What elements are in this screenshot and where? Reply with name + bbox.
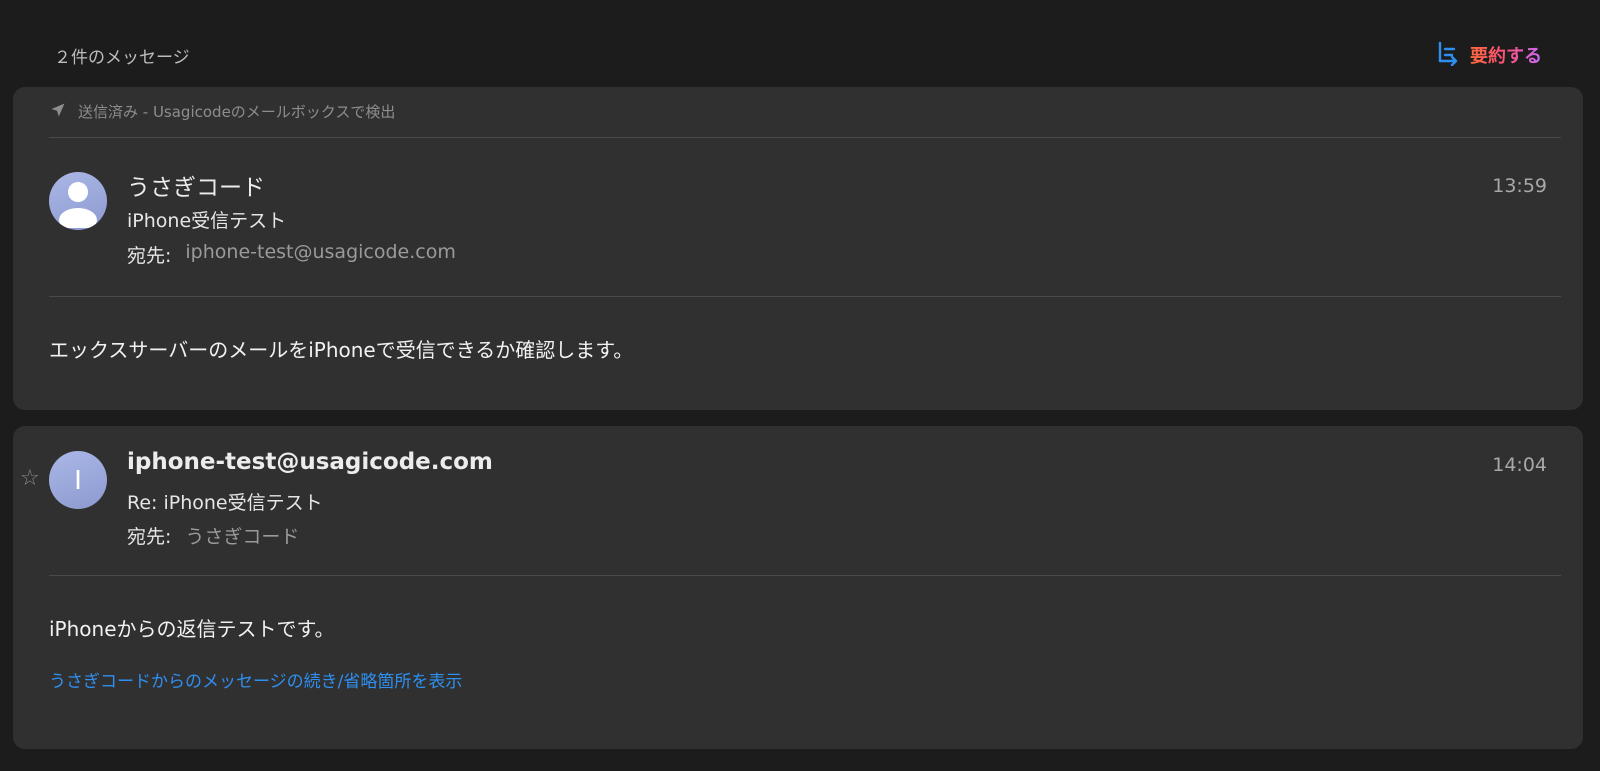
recipient-value[interactable]: iphone-test@usagicode.com: [185, 241, 455, 268]
list-summarize-icon: [1436, 40, 1462, 70]
paper-plane-icon: [50, 102, 66, 122]
recipient-value[interactable]: うさぎコード: [185, 522, 299, 549]
recipient-label: 宛先:: [127, 526, 172, 548]
divider: [49, 575, 1561, 576]
show-more-link[interactable]: うさぎコードからのメッセージの続き/省略箇所を表示: [49, 667, 462, 692]
message-time: 13:59: [1492, 175, 1547, 197]
message-card[interactable]: 送信済み - Usagicodeのメールボックスで検出 うさぎコード iPhon…: [13, 87, 1583, 410]
folder-note-text: 送信済み - Usagicodeのメールボックスで検出: [78, 103, 396, 121]
sender-name: iphone-test@usagicode.com: [127, 449, 493, 475]
star-outline-icon[interactable]: ☆: [20, 466, 40, 491]
message-card[interactable]: ☆ I iphone-test@usagicode.com Re: iPhone…: [13, 426, 1583, 749]
message-time: 14:04: [1492, 454, 1547, 476]
avatar: [49, 172, 107, 230]
message-body: エックスサーバーのメールをiPhoneで受信できるか確認します。: [49, 338, 634, 362]
recipient-label: 宛先:: [127, 245, 172, 267]
avatar-letter: I: [74, 464, 82, 495]
message-body: iPhoneからの返信テストです。: [49, 617, 335, 641]
person-icon: [49, 172, 107, 230]
summarize-label: 要約する: [1470, 42, 1542, 68]
message-count: ２件のメッセージ: [54, 48, 190, 68]
divider: [49, 137, 1561, 138]
recipient-row: 宛先: iphone-test@usagicode.com: [127, 241, 456, 268]
summarize-button[interactable]: 要約する: [1436, 40, 1542, 70]
avatar: I: [49, 451, 107, 509]
recipient-row: 宛先: うさぎコード: [127, 522, 299, 549]
divider: [49, 296, 1561, 297]
sender-name: うさぎコード: [127, 175, 265, 201]
thread-header: ２件のメッセージ 要約する: [0, 0, 1600, 86]
subject: Re: iPhone受信テスト: [127, 492, 323, 514]
folder-note: 送信済み - Usagicodeのメールボックスで検出: [50, 101, 395, 122]
subject: iPhone受信テスト: [127, 210, 287, 232]
